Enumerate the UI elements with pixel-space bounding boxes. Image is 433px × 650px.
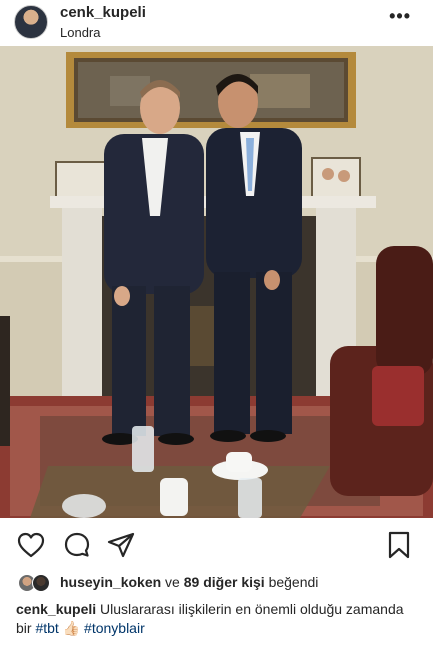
post-caption: cenk_kupeli Uluslararası ilişkilerin en … xyxy=(16,600,421,638)
more-options-icon[interactable]: ••• xyxy=(389,6,411,27)
bookmark-outline-icon[interactable] xyxy=(384,530,414,560)
comment-bubble-icon[interactable] xyxy=(62,530,92,560)
post-actions xyxy=(0,524,433,568)
likes-summary[interactable]: huseyin_koken ve 89 diğer kişi beğendi xyxy=(0,570,433,596)
hashtag-tonyblair[interactable]: #tonyblair xyxy=(84,620,145,636)
post-username[interactable]: cenk_kupeli xyxy=(60,4,146,21)
paper-plane-icon[interactable] xyxy=(106,530,136,560)
liker-avatar xyxy=(32,574,50,592)
liker-username[interactable]: huseyin_koken xyxy=(60,574,161,590)
caption-author[interactable]: cenk_kupeli xyxy=(16,601,96,617)
post-location[interactable]: Londra xyxy=(60,25,100,40)
likes-suffix: beğendi xyxy=(268,574,319,590)
likes-connector: ve xyxy=(165,574,180,590)
photo-illustration xyxy=(0,46,433,518)
heart-outline-icon[interactable] xyxy=(16,530,46,560)
avatar[interactable] xyxy=(14,5,48,39)
post-header: cenk_kupeli Londra ••• xyxy=(0,0,433,46)
post-photo[interactable] xyxy=(0,46,433,518)
caption-emoji: 👍🏻 xyxy=(62,620,81,636)
likes-others[interactable]: 89 diğer kişi xyxy=(184,574,265,590)
hashtag-tbt[interactable]: #tbt xyxy=(35,620,58,636)
likes-text: huseyin_koken ve 89 diğer kişi beğendi xyxy=(60,574,318,590)
